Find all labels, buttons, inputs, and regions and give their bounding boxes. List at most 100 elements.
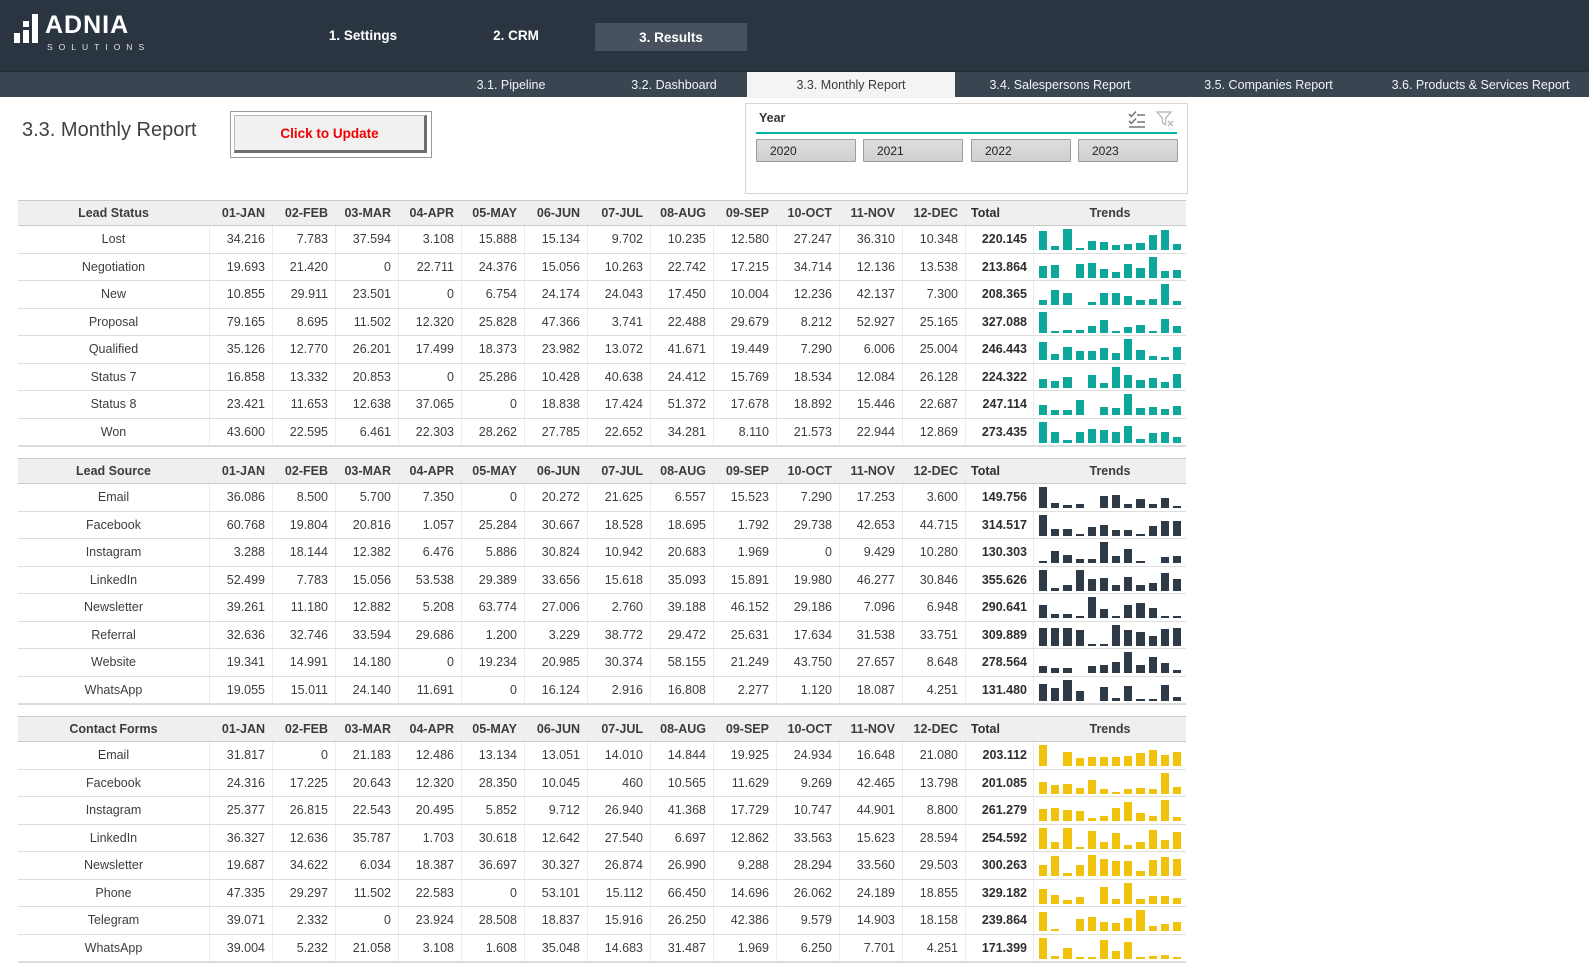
value-cell[interactable]: 7.290 <box>777 336 840 363</box>
value-cell[interactable]: 12.770 <box>273 336 336 363</box>
value-cell[interactable]: 14.180 <box>336 649 399 676</box>
value-cell[interactable]: 5.208 <box>399 594 462 621</box>
value-cell[interactable]: 26.250 <box>651 907 714 934</box>
value-cell[interactable]: 11.180 <box>273 594 336 621</box>
value-cell[interactable]: 13.134 <box>462 742 525 769</box>
value-cell[interactable]: 37.065 <box>399 391 462 418</box>
clear-filter-icon[interactable] <box>1155 109 1175 129</box>
value-cell[interactable]: 12.320 <box>399 770 462 797</box>
value-cell[interactable]: 15.134 <box>525 226 588 253</box>
value-cell[interactable]: 14.903 <box>840 907 903 934</box>
value-cell[interactable]: 42.137 <box>840 281 903 308</box>
value-cell[interactable]: 53.538 <box>399 567 462 594</box>
value-cell[interactable]: 6.476 <box>399 539 462 566</box>
total-cell[interactable]: 203.112 <box>966 742 1034 769</box>
row-label-cell[interactable]: New <box>18 281 210 308</box>
value-cell[interactable]: 9.579 <box>777 907 840 934</box>
value-cell[interactable]: 0 <box>462 391 525 418</box>
value-cell[interactable]: 12.638 <box>336 391 399 418</box>
value-cell[interactable]: 14.844 <box>651 742 714 769</box>
value-cell[interactable]: 0 <box>336 254 399 281</box>
row-label-cell[interactable]: LinkedIn <box>18 825 210 852</box>
value-cell[interactable]: 29.472 <box>651 622 714 649</box>
value-cell[interactable]: 22.944 <box>840 419 903 446</box>
value-cell[interactable]: 7.783 <box>273 226 336 253</box>
value-cell[interactable]: 46.277 <box>840 567 903 594</box>
value-cell[interactable]: 15.056 <box>336 567 399 594</box>
row-label-cell[interactable]: Instagram <box>18 539 210 566</box>
value-cell[interactable]: 16.808 <box>651 677 714 704</box>
value-cell[interactable]: 28.594 <box>903 825 966 852</box>
value-cell[interactable]: 1.969 <box>714 539 777 566</box>
value-cell[interactable]: 26.128 <box>903 364 966 391</box>
total-cell[interactable]: 329.182 <box>966 880 1034 907</box>
value-cell[interactable]: 23.501 <box>336 281 399 308</box>
value-cell[interactable]: 24.376 <box>462 254 525 281</box>
value-cell[interactable]: 22.687 <box>903 391 966 418</box>
value-cell[interactable]: 1.792 <box>714 512 777 539</box>
subtab-products-services-report[interactable]: 3.6. Products & Services Report <box>1372 72 1589 98</box>
row-label-cell[interactable]: Facebook <box>18 512 210 539</box>
row-label-cell[interactable]: Proposal <box>18 309 210 336</box>
tab-results[interactable]: 3. Results <box>595 23 747 51</box>
value-cell[interactable]: 14.696 <box>714 880 777 907</box>
value-cell[interactable]: 15.916 <box>588 907 651 934</box>
value-cell[interactable]: 20.495 <box>399 797 462 824</box>
value-cell[interactable]: 66.450 <box>651 880 714 907</box>
total-cell[interactable]: 171.399 <box>966 935 1034 962</box>
value-cell[interactable]: 47.366 <box>525 309 588 336</box>
value-cell[interactable]: 25.284 <box>462 512 525 539</box>
value-cell[interactable]: 18.855 <box>903 880 966 907</box>
value-cell[interactable]: 8.695 <box>273 309 336 336</box>
value-cell[interactable]: 2.332 <box>273 907 336 934</box>
value-cell[interactable]: 15.623 <box>840 825 903 852</box>
value-cell[interactable]: 14.991 <box>273 649 336 676</box>
multiselect-icon[interactable] <box>1127 109 1147 129</box>
value-cell[interactable]: 51.372 <box>651 391 714 418</box>
value-cell[interactable]: 18.387 <box>399 852 462 879</box>
value-cell[interactable]: 10.235 <box>651 226 714 253</box>
row-label-cell[interactable]: WhatsApp <box>18 935 210 962</box>
value-cell[interactable]: 13.332 <box>273 364 336 391</box>
value-cell[interactable]: 35.787 <box>336 825 399 852</box>
value-cell[interactable]: 10.428 <box>525 364 588 391</box>
value-cell[interactable]: 6.250 <box>777 935 840 962</box>
total-cell[interactable]: 246.443 <box>966 336 1034 363</box>
value-cell[interactable]: 17.678 <box>714 391 777 418</box>
subtab-companies-report[interactable]: 3.5. Companies Report <box>1165 72 1372 98</box>
value-cell[interactable]: 42.465 <box>840 770 903 797</box>
value-cell[interactable]: 12.320 <box>399 309 462 336</box>
value-cell[interactable]: 8.212 <box>777 309 840 336</box>
value-cell[interactable]: 0 <box>462 677 525 704</box>
total-cell[interactable]: 224.322 <box>966 364 1034 391</box>
value-cell[interactable]: 21.080 <box>903 742 966 769</box>
total-cell[interactable]: 273.435 <box>966 419 1034 446</box>
value-cell[interactable]: 0 <box>399 281 462 308</box>
value-cell[interactable]: 9.429 <box>840 539 903 566</box>
value-cell[interactable]: 17.215 <box>714 254 777 281</box>
value-cell[interactable]: 0 <box>273 742 336 769</box>
value-cell[interactable]: 34.622 <box>273 852 336 879</box>
row-label-cell[interactable]: Newsletter <box>18 852 210 879</box>
total-cell[interactable]: 327.088 <box>966 309 1034 336</box>
value-cell[interactable]: 52.927 <box>840 309 903 336</box>
row-label-cell[interactable]: Instagram <box>18 797 210 824</box>
value-cell[interactable]: 12.236 <box>777 281 840 308</box>
value-cell[interactable]: 9.712 <box>525 797 588 824</box>
click-to-update-button[interactable]: Click to Update <box>234 115 427 153</box>
value-cell[interactable]: 18.695 <box>651 512 714 539</box>
value-cell[interactable]: 9.269 <box>777 770 840 797</box>
value-cell[interactable]: 3.600 <box>903 484 966 511</box>
value-cell[interactable]: 17.729 <box>714 797 777 824</box>
value-cell[interactable]: 29.738 <box>777 512 840 539</box>
row-label-cell[interactable]: Website <box>18 649 210 676</box>
value-cell[interactable]: 29.686 <box>399 622 462 649</box>
value-cell[interactable]: 39.071 <box>210 907 273 934</box>
value-cell[interactable]: 28.350 <box>462 770 525 797</box>
value-cell[interactable]: 53.101 <box>525 880 588 907</box>
value-cell[interactable]: 12.382 <box>336 539 399 566</box>
value-cell[interactable]: 2.277 <box>714 677 777 704</box>
value-cell[interactable]: 30.846 <box>903 567 966 594</box>
value-cell[interactable]: 21.573 <box>777 419 840 446</box>
value-cell[interactable]: 26.990 <box>651 852 714 879</box>
